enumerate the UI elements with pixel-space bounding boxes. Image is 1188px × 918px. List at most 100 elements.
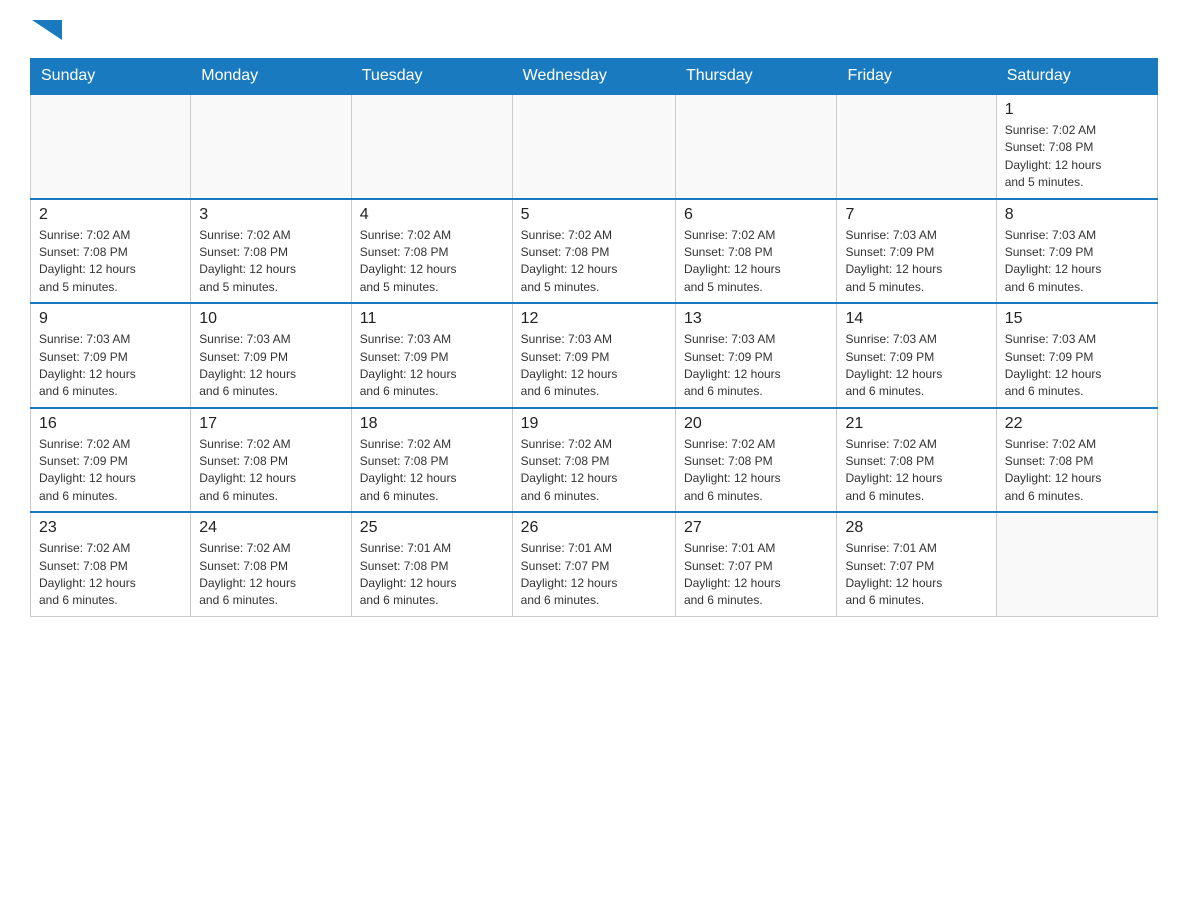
calendar-table: SundayMondayTuesdayWednesdayThursdayFrid… [30,58,1158,617]
calendar-cell: 5 Sunrise: 7:02 AMSunset: 7:08 PMDaylight… [512,199,675,304]
calendar-week-row: 1 Sunrise: 7:02 AMSunset: 7:08 PMDaylight… [31,94,1158,199]
day-info: Sunrise: 7:01 AMSunset: 7:08 PMDaylight:… [360,540,504,610]
day-info: Sunrise: 7:03 AMSunset: 7:09 PMDaylight:… [360,331,504,401]
calendar-cell: 19 Sunrise: 7:02 AMSunset: 7:08 PMDayligh… [512,408,675,513]
calendar-cell: 13 Sunrise: 7:03 AMSunset: 7:09 PMDayligh… [675,303,837,408]
calendar-cell [351,94,512,199]
calendar-cell: 10 Sunrise: 7:03 AMSunset: 7:09 PMDayligh… [191,303,352,408]
day-info: Sunrise: 7:02 AMSunset: 7:08 PMDaylight:… [199,436,343,506]
day-number: 16 [39,415,182,433]
calendar-cell [675,94,837,199]
calendar-header-thursday: Thursday [675,59,837,95]
day-number: 10 [199,310,343,328]
calendar-cell: 15 Sunrise: 7:03 AMSunset: 7:09 PMDayligh… [996,303,1157,408]
calendar-cell: 18 Sunrise: 7:02 AMSunset: 7:08 PMDayligh… [351,408,512,513]
day-info: Sunrise: 7:02 AMSunset: 7:08 PMDaylight:… [199,227,343,297]
day-info: Sunrise: 7:02 AMSunset: 7:08 PMDaylight:… [684,227,829,297]
calendar-header-sunday: Sunday [31,59,191,95]
calendar-cell: 23 Sunrise: 7:02 AMSunset: 7:08 PMDayligh… [31,512,191,616]
calendar-cell: 2 Sunrise: 7:02 AMSunset: 7:08 PMDaylight… [31,199,191,304]
day-number: 9 [39,310,182,328]
day-number: 13 [684,310,829,328]
day-number: 2 [39,206,182,224]
calendar-cell: 27 Sunrise: 7:01 AMSunset: 7:07 PMDayligh… [675,512,837,616]
calendar-cell: 1 Sunrise: 7:02 AMSunset: 7:08 PMDaylight… [996,94,1157,199]
day-number: 18 [360,415,504,433]
calendar-cell: 25 Sunrise: 7:01 AMSunset: 7:08 PMDayligh… [351,512,512,616]
calendar-cell [837,94,996,199]
calendar-cell: 21Sunrise: 7:02 AMSunset: 7:08 PMDayligh… [837,408,996,513]
calendar-week-row: 16 Sunrise: 7:02 AMSunset: 7:09 PMDayligh… [31,408,1158,513]
day-number: 26 [521,519,667,537]
day-number: 12 [521,310,667,328]
day-info: Sunrise: 7:03 AMSunset: 7:09 PMDaylight:… [39,331,182,401]
day-info: Sunrise: 7:02 AMSunset: 7:08 PMDaylight:… [1005,122,1149,192]
calendar-cell: 20 Sunrise: 7:02 AMSunset: 7:08 PMDayligh… [675,408,837,513]
day-info: Sunrise: 7:02 AMSunset: 7:08 PMDaylight:… [684,436,829,506]
day-info: Sunrise: 7:01 AMSunset: 7:07 PMDaylight:… [684,540,829,610]
calendar-cell: 16 Sunrise: 7:02 AMSunset: 7:09 PMDayligh… [31,408,191,513]
day-number: 11 [360,310,504,328]
day-number: 14 [845,310,987,328]
calendar-cell: 17 Sunrise: 7:02 AMSunset: 7:08 PMDayligh… [191,408,352,513]
calendar-cell: 11 Sunrise: 7:03 AMSunset: 7:09 PMDayligh… [351,303,512,408]
day-number: 7 [845,206,987,224]
day-info: Sunrise: 7:03 AMSunset: 7:09 PMDaylight:… [1005,331,1149,401]
day-number: 19 [521,415,667,433]
calendar-week-row: 23 Sunrise: 7:02 AMSunset: 7:08 PMDayligh… [31,512,1158,616]
day-number: 21 [845,415,987,433]
day-info: Sunrise: 7:02 AMSunset: 7:08 PMDaylight:… [39,227,182,297]
day-info: Sunrise: 7:03 AMSunset: 7:09 PMDaylight:… [199,331,343,401]
calendar-header-row: SundayMondayTuesdayWednesdayThursdayFrid… [31,59,1158,95]
day-number: 4 [360,206,504,224]
day-number: 15 [1005,310,1149,328]
day-info: Sunrise: 7:02 AMSunset: 7:08 PMDaylight:… [360,436,504,506]
day-info: Sunrise: 7:03 AMSunset: 7:09 PMDaylight:… [684,331,829,401]
day-info: Sunrise: 7:02 AMSunset: 7:08 PMDaylight:… [521,436,667,506]
calendar-header-friday: Friday [837,59,996,95]
calendar-cell: 12 Sunrise: 7:03 AMSunset: 7:09 PMDayligh… [512,303,675,408]
day-info: Sunrise: 7:02 AMSunset: 7:08 PMDaylight:… [521,227,667,297]
calendar-cell: 14 Sunrise: 7:03 AMSunset: 7:09 PMDayligh… [837,303,996,408]
day-info: Sunrise: 7:02 AMSunset: 7:08 PMDaylight:… [199,540,343,610]
day-info: Sunrise: 7:01 AMSunset: 7:07 PMDaylight:… [845,540,987,610]
calendar-cell: 9 Sunrise: 7:03 AMSunset: 7:09 PMDaylight… [31,303,191,408]
day-number: 28 [845,519,987,537]
calendar-cell: 3 Sunrise: 7:02 AMSunset: 7:08 PMDaylight… [191,199,352,304]
calendar-header-saturday: Saturday [996,59,1157,95]
day-info: Sunrise: 7:01 AMSunset: 7:07 PMDaylight:… [521,540,667,610]
day-number: 17 [199,415,343,433]
day-number: 25 [360,519,504,537]
calendar-cell: 7 Sunrise: 7:03 AMSunset: 7:09 PMDaylight… [837,199,996,304]
logo-flag-icon [32,20,62,48]
calendar-cell: 22 Sunrise: 7:02 AMSunset: 7:08 PMDayligh… [996,408,1157,513]
day-info: Sunrise: 7:02 AMSunset: 7:08 PMDaylight:… [1005,436,1149,506]
calendar-cell: 4 Sunrise: 7:02 AMSunset: 7:08 PMDaylight… [351,199,512,304]
calendar-cell: 6Sunrise: 7:02 AMSunset: 7:08 PMDaylight… [675,199,837,304]
day-number: 5 [521,206,667,224]
day-number: 27 [684,519,829,537]
calendar-cell: 26 Sunrise: 7:01 AMSunset: 7:07 PMDayligh… [512,512,675,616]
day-info: Sunrise: 7:02 AMSunset: 7:09 PMDaylight:… [39,436,182,506]
day-number: 20 [684,415,829,433]
day-number: 22 [1005,415,1149,433]
day-number: 1 [1005,101,1149,119]
calendar-cell [31,94,191,199]
day-info: Sunrise: 7:02 AMSunset: 7:08 PMDaylight:… [39,540,182,610]
calendar-cell [996,512,1157,616]
day-info: Sunrise: 7:03 AMSunset: 7:09 PMDaylight:… [845,331,987,401]
day-info: Sunrise: 7:03 AMSunset: 7:09 PMDaylight:… [521,331,667,401]
day-info: Sunrise: 7:02 AMSunset: 7:08 PMDaylight:… [360,227,504,297]
logo [30,20,62,48]
day-number: 24 [199,519,343,537]
calendar-cell [191,94,352,199]
calendar-cell: 28 Sunrise: 7:01 AMSunset: 7:07 PMDayligh… [837,512,996,616]
day-number: 23 [39,519,182,537]
calendar-header-monday: Monday [191,59,352,95]
day-number: 8 [1005,206,1149,224]
day-info: Sunrise: 7:03 AMSunset: 7:09 PMDaylight:… [845,227,987,297]
calendar-cell [512,94,675,199]
day-number: 3 [199,206,343,224]
calendar-cell: 24 Sunrise: 7:02 AMSunset: 7:08 PMDayligh… [191,512,352,616]
calendar-week-row: 2 Sunrise: 7:02 AMSunset: 7:08 PMDaylight… [31,199,1158,304]
